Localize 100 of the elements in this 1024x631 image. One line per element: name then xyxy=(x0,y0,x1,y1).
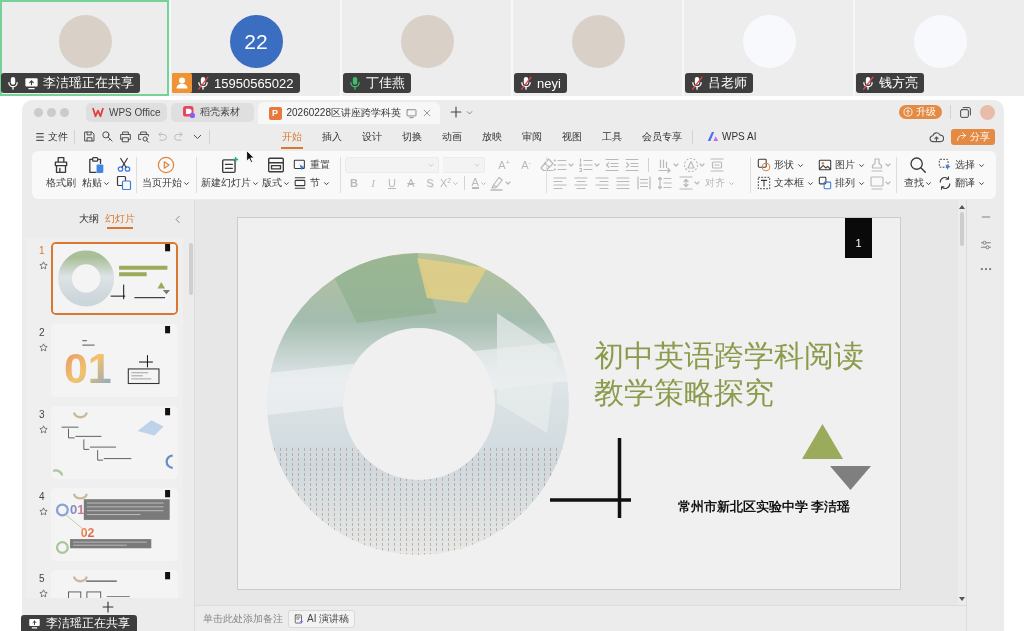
redo-icon[interactable] xyxy=(173,130,186,143)
notes-field[interactable]: 单击此处添加备注 xyxy=(203,613,285,624)
section-button[interactable]: 节 xyxy=(293,175,330,191)
menu-tab[interactable]: 切换 xyxy=(392,124,432,149)
participant-tile[interactable]: 钱方亮 xyxy=(855,0,1024,96)
slide-index: 1 xyxy=(39,245,46,257)
scroll-down-icon[interactable] xyxy=(959,597,965,601)
zoom-button[interactable] xyxy=(60,107,69,117)
section-numeral: 01 xyxy=(70,501,85,517)
arrange-icon xyxy=(818,176,832,190)
copy-icon[interactable] xyxy=(116,175,132,191)
minimize-button[interactable] xyxy=(47,107,56,117)
print-preview-icon[interactable] xyxy=(137,130,150,143)
monitor-icon[interactable] xyxy=(869,175,891,191)
window-tab[interactable]: 稻壳素材 xyxy=(170,102,254,122)
participant-tile[interactable]: 丁佳燕 xyxy=(342,0,511,96)
translate-icon xyxy=(938,176,952,190)
participant-name: 李洁瑶正在共享 xyxy=(43,74,134,92)
participant-tile[interactable]: 22 15950565022 xyxy=(171,0,340,96)
find-button[interactable]: 查找 xyxy=(904,155,932,189)
menu-tab[interactable]: 放映 xyxy=(472,124,512,149)
monitor-icon[interactable] xyxy=(406,107,417,119)
arrange-button[interactable]: 排列 xyxy=(818,175,865,191)
menu-tab[interactable]: 插入 xyxy=(312,124,352,149)
participant-tile[interactable]: neyi xyxy=(513,0,682,96)
mouse-pointer-icon xyxy=(246,150,255,163)
menu-tab[interactable]: 动画 xyxy=(432,124,472,149)
slide-number: 1 xyxy=(845,218,872,258)
menu-icon xyxy=(35,130,45,143)
text-box-icon xyxy=(757,176,771,190)
menu-tab[interactable]: 会员专享 xyxy=(632,124,692,149)
star-icon[interactable] xyxy=(39,343,48,352)
save-icon[interactable] xyxy=(83,130,96,143)
shapes-button[interactable]: 形状 xyxy=(757,157,804,173)
menu-tab[interactable]: WPS AI xyxy=(693,124,767,149)
participant-tile[interactable]: 吕老师 xyxy=(684,0,853,96)
participant-name: 15950565022 xyxy=(214,75,294,91)
shapes-icon xyxy=(757,158,771,172)
avatar: 22 xyxy=(229,15,283,68)
app-logo-icon xyxy=(182,106,195,118)
new-slide-button[interactable]: 新建幻灯片 xyxy=(201,155,259,189)
scissors-icon[interactable] xyxy=(116,157,132,173)
section-numeral: 02 xyxy=(80,525,95,540)
chevron-left-icon[interactable] xyxy=(173,214,182,224)
avatar xyxy=(400,15,454,68)
select-button[interactable]: 选择 xyxy=(938,157,985,173)
pointer-frame-icon xyxy=(293,158,307,172)
picture-button[interactable]: 图片 xyxy=(818,157,865,173)
menu-tab[interactable]: 审阅 xyxy=(512,124,552,149)
section-numeral: 01 xyxy=(63,343,112,392)
cloud-upload-icon[interactable] xyxy=(929,129,944,144)
document-icon xyxy=(294,613,304,624)
translate-button[interactable]: 翻译 xyxy=(938,175,985,191)
slide-index: 4 xyxy=(39,491,46,503)
menu-tab[interactable]: 视图 xyxy=(552,124,592,149)
share-arrow-icon xyxy=(956,131,967,142)
participant-name: 钱方亮 xyxy=(879,74,918,92)
panel-tab[interactable]: 大纲 xyxy=(79,209,99,229)
plus-icon[interactable] xyxy=(450,106,462,118)
slide-subtitle: 常州市新北区实验中学 李洁瑶 xyxy=(678,499,851,516)
avatar[interactable] xyxy=(980,104,995,120)
star-icon[interactable] xyxy=(39,261,48,270)
layout-button[interactable]: 版式 xyxy=(262,155,290,189)
star-icon[interactable] xyxy=(39,425,48,434)
new-slide-icon xyxy=(221,156,239,174)
reset-button[interactable]: 重置 xyxy=(293,157,330,173)
sharing-status-text: 李洁瑶正在共享 xyxy=(46,614,130,631)
more-icon[interactable] xyxy=(979,267,992,271)
stamp-icon[interactable] xyxy=(869,157,891,173)
slide-title: 初中英语跨学科阅读 教学策略探究 xyxy=(594,338,864,411)
search-icon[interactable] xyxy=(101,130,114,143)
zigzag-logo-icon xyxy=(92,106,104,118)
menu-tab[interactable]: 设计 xyxy=(352,124,392,149)
search-icon xyxy=(909,156,927,174)
menu-tab[interactable]: 工具 xyxy=(592,124,632,149)
sliders-icon[interactable] xyxy=(979,239,992,251)
section-icon xyxy=(293,176,307,190)
restore-window-icon[interactable] xyxy=(959,105,972,119)
layout-icon xyxy=(267,156,285,174)
star-icon[interactable] xyxy=(39,507,48,516)
window-tab[interactable]: WPS Office xyxy=(86,102,167,122)
file-menu-button[interactable]: 文件 xyxy=(35,129,68,144)
slideshow-button[interactable]: 当页开始 xyxy=(142,155,190,189)
star-icon[interactable] xyxy=(39,589,48,598)
ai-script-button[interactable]: AI 演讲稿 xyxy=(288,609,356,628)
file-type-badge: P xyxy=(268,106,282,120)
printer-icon[interactable] xyxy=(119,130,132,143)
format-painter-button[interactable]: 格式刷 xyxy=(46,155,76,189)
scroll-up-icon[interactable] xyxy=(959,205,965,209)
avatar xyxy=(571,15,625,68)
plus-icon[interactable] xyxy=(102,600,114,613)
paste-button[interactable]: 粘贴 xyxy=(82,155,110,189)
undo-icon[interactable] xyxy=(155,130,168,143)
text-box-button[interactable]: 文本框 xyxy=(757,175,814,191)
slide-index: 2 xyxy=(39,327,46,339)
close-button[interactable] xyxy=(34,107,43,117)
window-tab[interactable]: P 20260228区讲座跨学科英 xyxy=(257,102,440,124)
close-icon[interactable] xyxy=(422,108,432,118)
participant-tile[interactable]: 李洁瑶正在共享 xyxy=(0,0,169,96)
select-icon xyxy=(938,158,952,172)
